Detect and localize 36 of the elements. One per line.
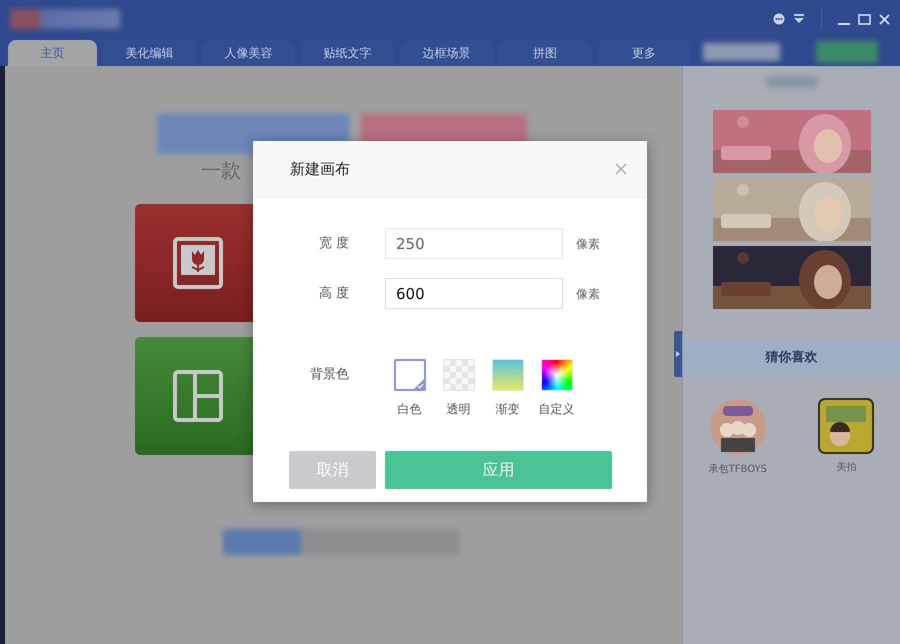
caret-icon <box>676 351 680 357</box>
pixelated-header <box>766 76 818 88</box>
tab[interactable]: 更多 <box>598 40 691 66</box>
tab[interactable]: 边框场景 <box>400 40 493 66</box>
swatch-label: 透明 <box>446 401 470 418</box>
unit-label: 像素 <box>576 286 600 302</box>
input-field[interactable]: 600 <box>385 278 563 309</box>
field-label: 背景色 <box>309 366 350 379</box>
dropdown-icon[interactable] <box>793 14 805 24</box>
tab[interactable]: 人像美容 <box>202 40 295 66</box>
swatch-label: 白色 <box>398 401 422 418</box>
app-icon[interactable] <box>708 398 767 456</box>
tab[interactable]: 拼图 <box>498 40 592 66</box>
input-field[interactable]: 250 <box>385 228 563 259</box>
app-label[interactable]: 承包TFBOYS <box>708 462 767 476</box>
section-header: 猜你喜欢 <box>683 340 900 376</box>
collapse-handle[interactable] <box>674 331 682 377</box>
layout-grid-icon <box>173 370 223 422</box>
app-icon[interactable] <box>818 398 874 454</box>
swatch-label: 渐变 <box>496 401 520 418</box>
field-label: 高 度 <box>318 284 350 303</box>
unit-label: 像素 <box>576 236 600 252</box>
flower-frame-icon <box>173 237 223 289</box>
close-icon[interactable] <box>879 14 890 24</box>
subtitle: 一款 <box>201 158 241 182</box>
color-swatch[interactable] <box>394 359 426 391</box>
dialog-title: 新建画布 <box>290 158 350 180</box>
tab[interactable]: 贴纸文字 <box>300 40 394 66</box>
field-label: 宽 度 <box>318 234 350 253</box>
tab[interactable]: 主页 <box>8 40 98 66</box>
chat-icon[interactable] <box>773 13 785 25</box>
tab[interactable]: 美化编辑 <box>103 40 196 66</box>
app-label[interactable]: 美拍 <box>836 460 856 474</box>
swatch-label: 自定义 <box>538 401 574 418</box>
maximize-icon[interactable] <box>858 14 871 24</box>
check-icon <box>412 378 424 390</box>
